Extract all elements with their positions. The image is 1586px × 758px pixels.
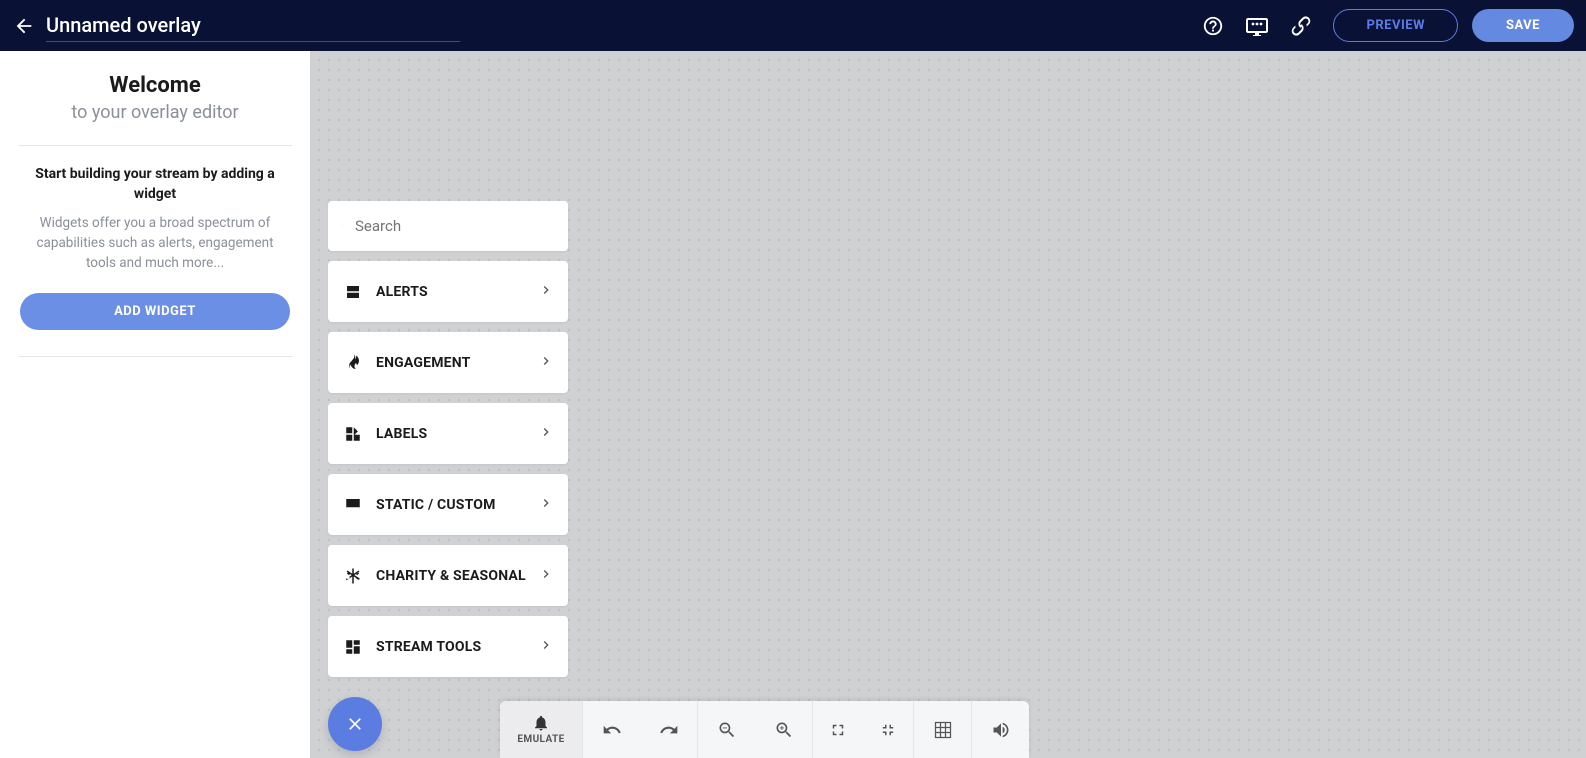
fullscreen-exit-icon <box>879 721 897 739</box>
preview-button[interactable]: PREVIEW <box>1333 9 1458 42</box>
category-label: ALERTS <box>376 284 538 300</box>
bell-icon <box>532 714 550 732</box>
category-stream-tools[interactable]: STREAM TOOLS <box>328 616 568 677</box>
category-engagement[interactable]: ENGAGEMENT <box>328 332 568 393</box>
chevron-right-icon <box>538 282 554 298</box>
widget-search-input[interactable] <box>355 217 554 235</box>
snowflake-icon <box>344 567 362 585</box>
chevron-right-icon <box>538 637 554 653</box>
category-label: STATIC / CUSTOM <box>376 497 538 513</box>
fullscreen-exit-button[interactable] <box>863 701 913 758</box>
chevron-right-icon <box>538 566 554 582</box>
category-charity-seasonal[interactable]: CHARITY & SEASONAL <box>328 545 568 606</box>
arrow-left-icon <box>13 15 35 37</box>
grid-toggle-button[interactable] <box>914 701 971 758</box>
undo-icon <box>602 720 622 740</box>
monitor-icon <box>1245 16 1269 36</box>
search-icon <box>342 216 343 236</box>
widget-search[interactable] <box>328 201 568 251</box>
fullscreen-button[interactable] <box>813 701 863 758</box>
redo-button[interactable] <box>640 701 697 758</box>
divider <box>18 145 292 146</box>
category-label: STREAM TOOLS <box>376 639 538 655</box>
chevron-right-icon <box>538 424 554 440</box>
category-label: CHARITY & SEASONAL <box>376 568 538 584</box>
category-labels[interactable]: LABELS <box>328 403 568 464</box>
zoom-out-button[interactable] <box>698 701 755 758</box>
sidebar-lead: Start building your stream by adding a w… <box>18 164 292 205</box>
category-static-custom[interactable]: STATIC / CUSTOM <box>328 474 568 535</box>
grid-icon <box>933 720 953 740</box>
emulate-label: EMULATE <box>517 734 564 745</box>
redo-icon <box>659 720 679 740</box>
category-label: LABELS <box>376 426 538 442</box>
zoom-out-icon <box>717 720 737 740</box>
fullscreen-icon <box>829 721 847 739</box>
zoom-in-button[interactable] <box>755 701 812 758</box>
fire-icon <box>344 354 362 372</box>
display-settings-button[interactable] <box>1239 8 1275 44</box>
panel-icon <box>344 496 362 514</box>
sidebar-description: Widgets offer you a broad spectrum of ca… <box>18 213 292 274</box>
canvas[interactable]: ALERTS ENGAGEMENT LABELS STATIC / CUSTOM <box>310 51 1586 758</box>
volume-icon <box>991 720 1011 740</box>
divider <box>18 356 292 357</box>
zoom-in-icon <box>774 720 794 740</box>
back-button[interactable] <box>12 14 36 38</box>
widgets-icon <box>344 425 362 443</box>
close-icon <box>345 714 365 734</box>
help-button[interactable] <box>1195 8 1231 44</box>
chevron-right-icon <box>538 353 554 369</box>
category-alerts[interactable]: ALERTS <box>328 261 568 322</box>
save-button[interactable]: SAVE <box>1472 9 1574 42</box>
sidebar: Welcome to your overlay editor Start bui… <box>0 51 310 758</box>
undo-button[interactable] <box>583 701 640 758</box>
overlay-title-input[interactable] <box>46 9 460 42</box>
close-picker-button[interactable] <box>328 697 382 751</box>
chevron-right-icon <box>538 495 554 511</box>
dashboard-icon <box>344 638 362 656</box>
widget-picker: ALERTS ENGAGEMENT LABELS STATIC / CUSTOM <box>328 201 568 677</box>
welcome-subtitle: to your overlay editor <box>18 102 292 123</box>
link-button[interactable] <box>1283 8 1319 44</box>
add-widget-button[interactable]: ADD WIDGET <box>20 293 290 330</box>
server-icon <box>344 283 362 301</box>
emulate-button[interactable]: EMULATE <box>500 701 583 758</box>
welcome-title: Welcome <box>18 73 292 98</box>
help-icon <box>1202 15 1224 37</box>
top-bar: PREVIEW SAVE <box>0 0 1586 51</box>
category-label: ENGAGEMENT <box>376 355 538 371</box>
volume-button[interactable] <box>972 701 1029 758</box>
link-icon <box>1290 15 1312 37</box>
canvas-toolbar: EMULATE <box>500 701 1029 758</box>
